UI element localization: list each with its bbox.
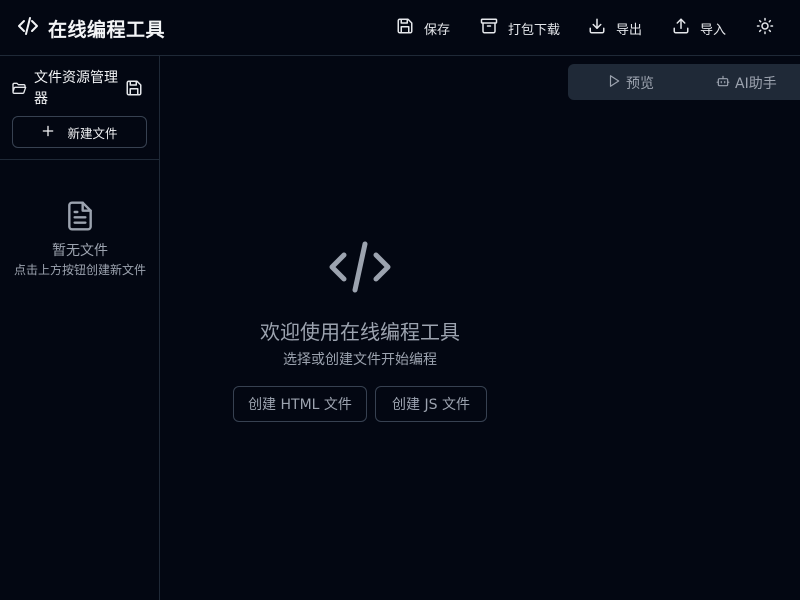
download-icon [588, 17, 616, 39]
new-file-label: 新建文件 [67, 125, 118, 141]
sidebar-header: 文件资源管理器 新建文件 [0, 56, 159, 160]
brand: 在线编程工具 [16, 14, 166, 42]
app-root: 在线编程工具 保存 打包下载 导出 导入 文件资源管理器 新建文件 暂无文件 点… [0, 0, 800, 600]
folder-open-icon [11, 80, 27, 96]
export-button[interactable]: 导出 [578, 10, 652, 46]
import-button[interactable]: 导入 [662, 10, 736, 46]
tab-ai-assistant[interactable]: AI助手 [716, 73, 777, 93]
pack-download-button[interactable]: 打包下载 [470, 10, 570, 46]
save-icon [396, 17, 424, 39]
sidebar-save-button[interactable] [125, 79, 143, 97]
tab-preview-label: 预览 [626, 76, 654, 92]
welcome-title: 欢迎使用在线编程工具 [260, 320, 460, 344]
archive-icon [480, 17, 508, 39]
empty-files-state: 暂无文件 点击上方按钮创建新文件 [0, 200, 160, 278]
code-icon [16, 14, 40, 42]
right-panel-tabs: 预览 AI助手 [568, 64, 800, 100]
pack-download-label: 打包下载 [508, 22, 561, 38]
file-text-icon [0, 200, 160, 232]
upload-icon [672, 17, 700, 39]
tab-preview[interactable]: 预览 [607, 73, 654, 93]
save-button[interactable]: 保存 [386, 10, 460, 46]
save-button-label: 保存 [424, 22, 451, 38]
empty-title: 暂无文件 [52, 243, 108, 259]
theme-toggle-button[interactable] [746, 10, 784, 46]
sidebar-title: 文件资源管理器 [34, 70, 118, 107]
import-label: 导入 [700, 22, 727, 38]
bot-icon [716, 74, 735, 92]
app-title: 在线编程工具 [48, 18, 166, 41]
export-label: 导出 [616, 22, 643, 38]
new-file-button[interactable]: 新建文件 [12, 116, 147, 148]
create-html-file-button[interactable]: 创建 HTML 文件 [233, 386, 367, 422]
welcome-panel: 欢迎使用在线编程工具 选择或创建文件开始编程 创建 HTML 文件 创建 JS … [160, 240, 560, 422]
empty-subtitle: 点击上方按钮创建新文件 [13, 263, 146, 277]
welcome-subtitle: 选择或创建文件开始编程 [283, 352, 437, 368]
play-icon [607, 74, 626, 92]
save-icon [125, 80, 143, 101]
top-bar: 在线编程工具 保存 打包下载 导出 导入 [0, 0, 800, 56]
plus-icon [41, 124, 67, 141]
code-icon [160, 240, 560, 294]
create-js-file-button[interactable]: 创建 JS 文件 [375, 386, 487, 422]
file-explorer-sidebar: 文件资源管理器 新建文件 暂无文件 点击上方按钮创建新文件 [0, 56, 160, 600]
sun-icon [756, 17, 774, 39]
tab-ai-label: AI助手 [735, 76, 777, 92]
